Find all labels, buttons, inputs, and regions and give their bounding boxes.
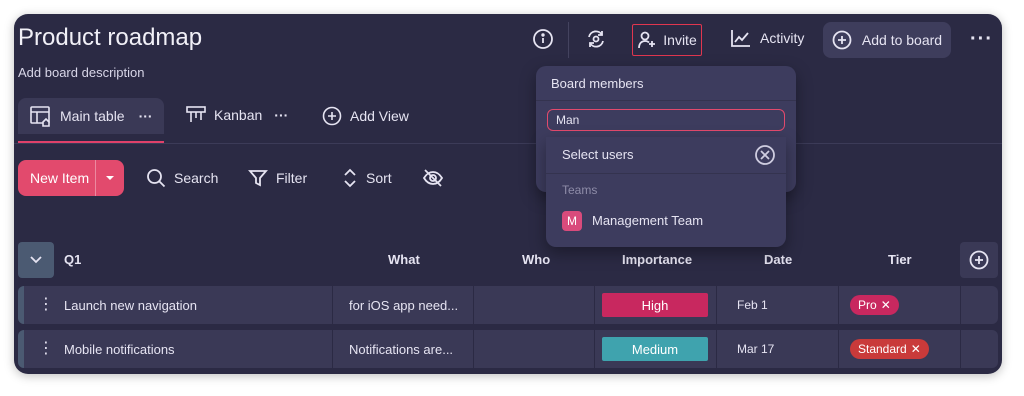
row-date-cell[interactable]: Mar 17: [737, 330, 774, 368]
search-label: Search: [174, 170, 219, 186]
new-item-label: New Item: [30, 170, 90, 186]
cell-divider: [716, 330, 717, 368]
new-item-dropdown[interactable]: [94, 160, 124, 196]
row-group-accent: [18, 330, 24, 368]
cell-divider: [332, 286, 333, 324]
tab-main-table-label: Main table: [60, 108, 125, 124]
row-what-cell[interactable]: Notifications are...: [349, 330, 453, 368]
add-view-label: Add View: [350, 108, 409, 124]
select-users-option[interactable]: Select users: [562, 147, 634, 162]
caret-down-icon: [105, 176, 114, 180]
activity-button[interactable]: Activity: [730, 28, 804, 48]
board-title[interactable]: Product roadmap: [18, 24, 202, 52]
group-title[interactable]: Q1: [64, 252, 81, 267]
row-date-cell[interactable]: Feb 1: [737, 286, 768, 324]
search-button[interactable]: Search: [146, 168, 218, 188]
cell-divider: [838, 286, 839, 324]
eye-off-icon: [422, 169, 444, 187]
teams-section-label: Teams: [562, 183, 598, 197]
activity-label: Activity: [760, 30, 805, 46]
tab-kanban-label: Kanban: [214, 107, 263, 123]
board-window: Product roadmap Add board description In…: [14, 14, 1002, 374]
tier-tag-label: Pro: [858, 298, 877, 312]
cell-divider: [332, 330, 333, 368]
add-column-button[interactable]: [960, 242, 998, 278]
cell-divider: [594, 286, 595, 324]
filter-icon: [248, 170, 268, 187]
filter-button[interactable]: Filter: [248, 168, 307, 188]
column-header-tier[interactable]: Tier: [888, 252, 912, 267]
add-to-board-label: Add to board: [861, 32, 943, 48]
activity-chart-icon: [731, 30, 750, 47]
kanban-icon: [186, 106, 206, 122]
clear-search-button[interactable]: [754, 144, 776, 171]
search-icon: [147, 169, 166, 188]
tier-tag-label: Standard: [858, 342, 907, 356]
cell-divider: [594, 330, 595, 368]
add-person-icon: [638, 31, 656, 49]
tab-main-table-more-icon[interactable]: ···: [139, 108, 153, 124]
add-view-button[interactable]: Add View: [322, 106, 409, 126]
plus-circle-icon: [322, 106, 342, 126]
tabs-divider: [14, 143, 1002, 144]
row-what-cell[interactable]: for iOS app need...: [349, 286, 458, 324]
sort-label: Sort: [366, 170, 392, 186]
sync-button[interactable]: [584, 27, 608, 51]
header-divider: [568, 22, 569, 58]
cell-divider: [838, 330, 839, 368]
table-home-icon: [30, 106, 50, 127]
cell-divider: [473, 330, 474, 368]
table-row[interactable]: ⋮ Launch new navigation for iOS app need…: [18, 286, 998, 324]
collapse-group-button[interactable]: [18, 242, 54, 278]
cell-divider: [960, 286, 961, 324]
column-header-what[interactable]: What: [388, 252, 420, 267]
plus-circle-icon: [969, 250, 989, 270]
chevron-down-icon: [30, 256, 42, 264]
filter-label: Filter: [276, 170, 308, 186]
member-suggestions-dropdown: Select users Teams M Management Team: [546, 137, 786, 247]
info-icon: [533, 29, 553, 49]
remove-tag-icon[interactable]: ✕: [881, 298, 891, 312]
info-button[interactable]: [532, 28, 554, 50]
row-group-accent: [18, 286, 24, 324]
more-options-button[interactable]: ···: [970, 28, 993, 51]
tier-tag[interactable]: Standard ✕: [850, 339, 929, 359]
team-avatar: M: [562, 211, 582, 231]
invite-button[interactable]: Invite: [632, 24, 702, 56]
tab-kanban-more-icon[interactable]: ···: [274, 107, 288, 123]
tab-kanban[interactable]: Kanban ···: [186, 106, 288, 124]
sort-button[interactable]: Sort: [342, 168, 392, 188]
popup-title: Board members: [551, 76, 644, 91]
importance-label[interactable]: High: [602, 293, 708, 317]
new-item-button[interactable]: New Item: [18, 160, 124, 196]
popup-divider: [536, 100, 796, 101]
column-header-importance[interactable]: Importance: [622, 252, 692, 267]
row-menu-icon[interactable]: ⋮: [38, 296, 54, 314]
remove-tag-icon[interactable]: ✕: [911, 342, 921, 356]
importance-label[interactable]: Medium: [602, 337, 708, 361]
row-item-name[interactable]: Launch new navigation: [64, 286, 197, 324]
cell-divider: [716, 286, 717, 324]
plus-circle-icon: [832, 30, 852, 50]
dropdown-divider: [546, 173, 786, 174]
more-icon: ···: [970, 28, 993, 50]
invite-label: Invite: [663, 32, 697, 48]
row-menu-icon[interactable]: ⋮: [38, 340, 54, 358]
column-header-who[interactable]: Who: [522, 252, 550, 267]
cell-divider: [960, 330, 961, 368]
team-option-management[interactable]: Management Team: [592, 213, 703, 228]
table-row[interactable]: ⋮ Mobile notifications Notifications are…: [18, 330, 998, 368]
sort-icon: [344, 168, 356, 188]
add-to-board-button[interactable]: Add to board: [823, 22, 951, 58]
sync-icon: [588, 30, 604, 48]
tier-tag[interactable]: Pro ✕: [850, 295, 899, 315]
cell-divider: [473, 286, 474, 324]
row-item-name[interactable]: Mobile notifications: [64, 330, 175, 368]
column-header-date[interactable]: Date: [764, 252, 792, 267]
close-circle-icon: [755, 145, 775, 165]
tab-main-table[interactable]: Main table ···: [18, 98, 164, 134]
member-search-input[interactable]: [547, 109, 785, 131]
hide-columns-button[interactable]: [422, 168, 444, 188]
board-description[interactable]: Add board description: [18, 65, 144, 80]
